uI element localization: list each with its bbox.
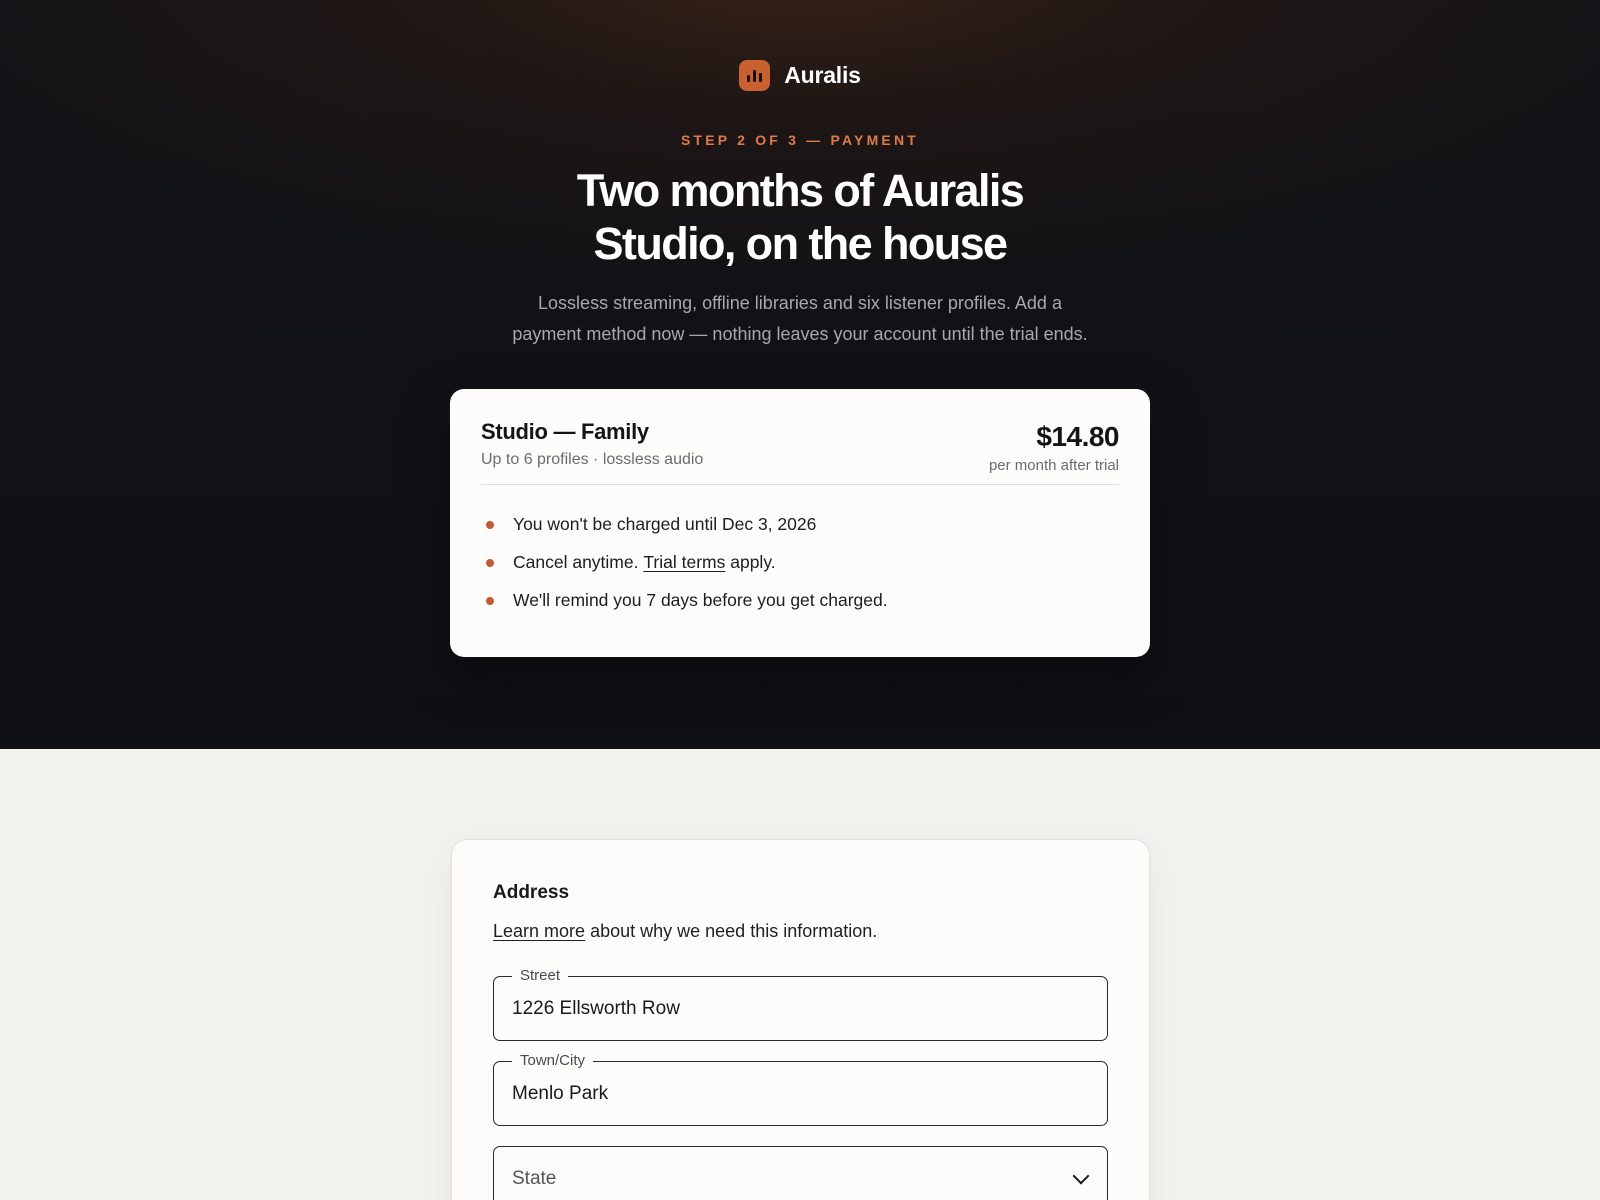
bullet-icon [486,558,494,567]
list-item: You won't be charged until Dec 3, 2026 [481,504,1119,545]
page-subtitle: Lossless streaming, offline libraries an… [460,288,1140,350]
city-input[interactable] [494,1062,1107,1125]
bullet-icon [486,520,494,529]
address-title: Address [493,882,570,903]
plan-meta: Up to 6 profiles · lossless audio [481,451,704,468]
bullet-text: We'll remind you 7 days before you get c… [513,590,888,610]
address-help-text: about why we need this information. [590,921,878,941]
city-field: Town/City [493,1052,1108,1126]
subtitle-line-2: payment method now — nothing leaves your… [512,324,1088,344]
bullet-icon [486,596,494,605]
plan-summary-card: Studio — Family Up to 6 profiles · lossl… [450,389,1150,657]
street-input[interactable] [494,977,1107,1040]
step-indicator: STEP 2 OF 3 — PAYMENT [680,132,920,148]
hero-section: Auralis STEP 2 OF 3 — PAYMENT Two months… [0,0,1600,749]
plan-benefits-list: You won't be charged until Dec 3, 2026 C… [481,504,1119,621]
street-label: Street [512,967,569,985]
list-item: We'll remind you 7 days before you get c… [481,580,1119,621]
address-form-card: Address Learn more about why we need thi… [451,839,1150,1200]
chevron-down-icon [1072,1167,1090,1184]
plan-price: $14.80 [1036,421,1119,452]
title-line-1: Two months of Auralis [576,165,1025,216]
learn-more-link[interactable]: Learn more [493,921,585,941]
street-field: Street [493,967,1108,1041]
bullet-text: Cancel anytime. Trial terms apply. [513,552,776,573]
plan-header: Studio — Family Up to 6 profiles · lossl… [481,419,1120,485]
bullet-text-after: apply. [730,552,776,572]
address-help: Learn more about why we need this inform… [493,921,1108,942]
brand: Auralis [0,60,1600,91]
page-title: Two months of Auralis Studio, on the hou… [500,164,1100,270]
list-item: Cancel anytime. Trial terms apply. [481,542,1119,583]
title-line-2: Studio, on the house [593,218,1009,269]
subtitle-line-1: Lossless streaming, offline libraries an… [538,293,1062,313]
state-select[interactable]: State [493,1146,1108,1200]
plan-name: Studio — Family [481,419,649,444]
bar-chart-icon [739,60,771,91]
state-placeholder: State [512,1167,557,1189]
plan-price-note: per month after trial [988,457,1119,474]
city-label: Town/City [512,1052,594,1070]
trial-terms-link[interactable]: Trial terms [643,552,725,572]
brand-name: Auralis [784,62,861,88]
bullet-text-before: Cancel anytime. [513,552,639,572]
bullet-text: You won't be charged until Dec 3, 2026 [513,514,817,534]
